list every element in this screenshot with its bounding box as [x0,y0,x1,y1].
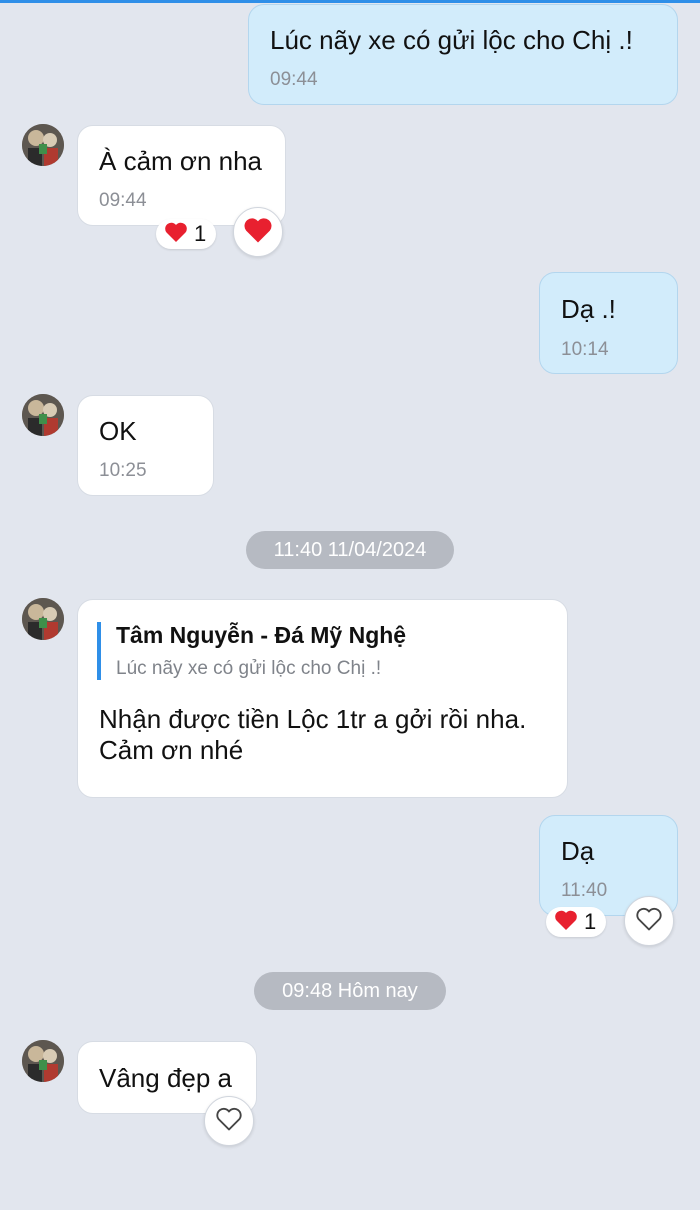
avatar[interactable] [22,1040,64,1082]
message-text: À cảm ơn nha [99,146,263,176]
message-text-line-1: Nhận được tiền Lộc 1tr a gởi rồi nha. [99,704,527,734]
react-button[interactable] [624,896,674,946]
message-text: OK [99,416,137,446]
message-text: Vâng đẹp a [99,1063,233,1093]
message-text: Dạ .! [561,294,616,324]
react-button[interactable] [233,207,283,257]
message-text: Lúc nãy xe có gửi lộc cho Chị .! [270,25,633,55]
avatar[interactable] [22,598,64,640]
heart-icon [164,221,188,248]
heart-outline-icon [635,906,663,937]
reaction-count: 1 [584,909,597,934]
date-separator: 11:40 11/04/2024 [246,531,454,569]
message-time: 10:14 [561,339,609,360]
reaction-summary[interactable]: 1 [546,907,606,937]
message-bubble-outgoing[interactable]: Dạ .! 10:14 [539,272,678,374]
reaction-summary[interactable]: 1 [156,219,216,249]
message-bubble-incoming-reply[interactable]: Tâm Nguyễn - Đá Mỹ Nghệ Lúc nãy xe có gử… [77,599,568,798]
reaction-count: 1 [194,221,207,246]
heart-icon [554,909,578,936]
heart-icon [243,216,273,249]
message-time: 09:44 [99,190,147,211]
avatar[interactable] [22,124,64,166]
react-button[interactable] [204,1096,254,1146]
quote-text: Lúc nãy xe có gửi lộc cho Chị .! [116,658,382,679]
message-time: 09:44 [270,69,318,90]
message-text-line-2: Cảm ơn nhé [99,735,244,765]
quote-accent-bar [97,622,101,680]
quote-author: Tâm Nguyễn - Đá Mỹ Nghệ [116,622,407,648]
message-bubble-incoming[interactable]: OK 10:25 [77,395,214,496]
top-accent-line [0,0,700,3]
message-time: 10:25 [99,460,147,481]
message-time: 11:40 [561,880,608,901]
message-bubble-outgoing[interactable]: Lúc nãy xe có gửi lộc cho Chị .! 09:44 [248,4,678,105]
message-text: Dạ [561,836,595,866]
date-separator: 09:48 Hôm nay [254,972,446,1010]
heart-outline-icon [215,1106,243,1137]
avatar[interactable] [22,394,64,436]
